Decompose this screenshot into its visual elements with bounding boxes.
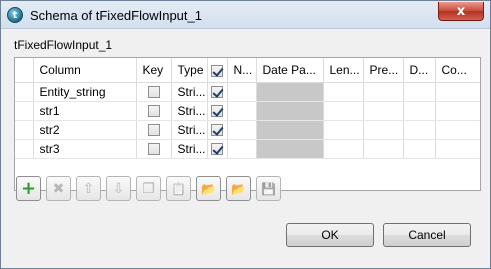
header-column[interactable]: Column xyxy=(33,58,137,83)
cell-date-pattern[interactable] xyxy=(256,101,324,121)
window-title: Schema of tFixedFlowInput_1 xyxy=(30,8,202,23)
cell-nullable[interactable] xyxy=(207,82,228,102)
close-icon: x xyxy=(456,3,466,19)
add-button[interactable]: + xyxy=(16,176,41,201)
remove-button[interactable]: ✖ xyxy=(46,176,71,201)
delete-icon: ✖ xyxy=(52,180,65,197)
cancel-button[interactable]: Cancel xyxy=(383,223,471,247)
nullable-checkbox[interactable] xyxy=(211,124,223,137)
cell-column[interactable]: Entity_string xyxy=(33,82,137,102)
move-up-button[interactable]: ⇧ xyxy=(76,176,101,201)
row-header-cell xyxy=(15,82,34,102)
cell-comment[interactable] xyxy=(435,101,480,121)
arrow-down-icon: ⇩ xyxy=(112,180,125,197)
cell-nullable-spacer[interactable] xyxy=(227,82,257,102)
cell-nullable[interactable] xyxy=(207,120,228,140)
save-button[interactable]: 💾 xyxy=(256,176,281,201)
move-down-button[interactable]: ⇩ xyxy=(106,176,131,201)
header-type[interactable]: Type xyxy=(171,58,208,83)
cell-nullable-spacer[interactable] xyxy=(227,101,257,121)
nullable-checkbox[interactable] xyxy=(211,86,223,99)
cell-column[interactable]: str1 xyxy=(33,101,137,121)
header-default[interactable]: D... xyxy=(403,58,436,83)
header-nullable[interactable]: N... xyxy=(227,58,257,83)
ok-button[interactable]: OK xyxy=(286,223,374,247)
key-checkbox[interactable] xyxy=(147,86,160,99)
cell-key[interactable] xyxy=(136,101,172,121)
cell-length[interactable] xyxy=(323,120,364,140)
key-checkbox[interactable] xyxy=(147,143,160,156)
header-nullable-checkbox-cell[interactable] xyxy=(207,58,228,83)
paste-button[interactable]: 📋 xyxy=(166,176,191,201)
cell-date-pattern[interactable] xyxy=(256,120,324,140)
cell-default[interactable] xyxy=(403,139,436,159)
table-row[interactable]: Entity_string Stri... xyxy=(15,82,480,102)
nullable-checkbox[interactable] xyxy=(211,143,223,156)
cell-type[interactable]: Stri... xyxy=(171,120,208,140)
row-header-cell xyxy=(15,139,34,159)
header-comment[interactable]: Co... xyxy=(435,58,480,83)
component-name-label: tFixedFlowInput_1 xyxy=(14,38,113,52)
cell-type[interactable]: Stri... xyxy=(171,82,208,102)
table-row[interactable]: str2 Stri... xyxy=(15,120,480,140)
cell-precision[interactable] xyxy=(363,101,404,121)
cell-precision[interactable] xyxy=(363,139,404,159)
cell-key[interactable] xyxy=(136,120,172,140)
paste-icon: 📋 xyxy=(171,181,186,196)
arrow-up-icon: ⇧ xyxy=(82,180,95,197)
cell-precision[interactable] xyxy=(363,82,404,102)
import-button[interactable]: 📂 xyxy=(196,176,221,201)
cell-comment[interactable] xyxy=(435,82,480,102)
header-nullable-checkbox[interactable] xyxy=(211,64,223,77)
copy-icon: ❐ xyxy=(142,180,155,197)
header-length[interactable]: Len... xyxy=(323,58,364,83)
cell-type[interactable]: Stri... xyxy=(171,101,208,121)
cell-nullable[interactable] xyxy=(207,101,228,121)
cell-length[interactable] xyxy=(323,101,364,121)
plus-icon: + xyxy=(20,178,37,199)
table-row[interactable]: str1 Stri... xyxy=(15,101,480,121)
import-schema-icon: 📂 xyxy=(201,181,216,196)
row-header-cell xyxy=(15,120,34,140)
talend-app-icon: t xyxy=(7,7,23,23)
cell-nullable[interactable] xyxy=(207,139,228,159)
cell-length[interactable] xyxy=(323,82,364,102)
title-bar[interactable]: t Schema of tFixedFlowInput_1 x xyxy=(1,1,490,29)
cell-column[interactable]: str2 xyxy=(33,120,137,140)
cell-precision[interactable] xyxy=(363,120,404,140)
table-header-row: Column Key Type N... Date Pa... Len... P… xyxy=(15,58,480,83)
row-header-cell xyxy=(15,101,34,121)
cell-date-pattern[interactable] xyxy=(256,82,324,102)
cell-key[interactable] xyxy=(136,139,172,159)
cell-nullable-spacer[interactable] xyxy=(227,120,257,140)
dialog-content: tFixedFlowInput_1 Column Key Type N... D… xyxy=(6,30,485,263)
save-icon: 💾 xyxy=(261,181,276,196)
schema-dialog: t Schema of tFixedFlowInput_1 x tFixedFl… xyxy=(0,0,491,269)
header-key[interactable]: Key xyxy=(136,58,172,83)
export-button[interactable]: 📂 xyxy=(226,176,251,201)
header-precision[interactable]: Pre... xyxy=(363,58,404,83)
cell-length[interactable] xyxy=(323,139,364,159)
close-button[interactable]: x xyxy=(438,2,484,21)
cell-comment[interactable] xyxy=(435,120,480,140)
copy-button[interactable]: ❐ xyxy=(136,176,161,201)
cell-default[interactable] xyxy=(403,120,436,140)
cell-nullable-spacer[interactable] xyxy=(227,139,257,159)
header-date-pattern[interactable]: Date Pa... xyxy=(256,58,324,83)
nullable-checkbox[interactable] xyxy=(211,105,223,118)
key-checkbox[interactable] xyxy=(147,105,160,118)
cell-date-pattern[interactable] xyxy=(256,139,324,159)
cell-type[interactable]: Stri... xyxy=(171,139,208,159)
header-row-number xyxy=(15,58,34,83)
export-schema-icon: 📂 xyxy=(231,181,246,196)
table-row[interactable]: str3 Stri... xyxy=(15,139,480,159)
cell-key[interactable] xyxy=(136,82,172,102)
cell-column[interactable]: str3 xyxy=(33,139,137,159)
key-checkbox[interactable] xyxy=(147,124,160,137)
cell-default[interactable] xyxy=(403,101,436,121)
cell-comment[interactable] xyxy=(435,139,480,159)
cell-default[interactable] xyxy=(403,82,436,102)
schema-table: Column Key Type N... Date Pa... Len... P… xyxy=(14,57,481,191)
